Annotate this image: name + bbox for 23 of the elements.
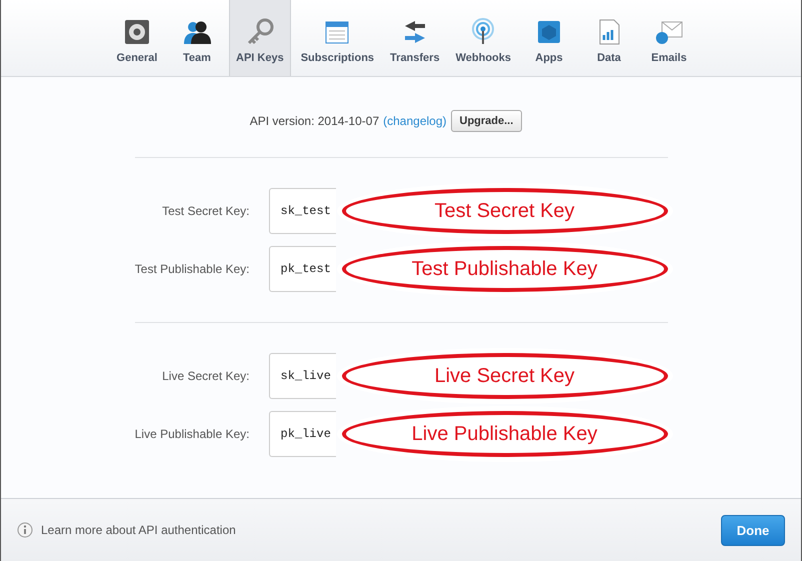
tab[interactable]: Data: [581, 0, 637, 76]
field-label: Live Secret Key:: [161, 369, 250, 383]
field-label: Test Publishable Key:: [134, 262, 250, 276]
upgrade-button[interactable]: Upgrade...: [450, 110, 522, 132]
key-field[interactable]: pk_live: [268, 411, 336, 457]
learn-more-link[interactable]: Learn more about API authentication: [41, 523, 236, 537]
key-field[interactable]: sk_live: [268, 353, 336, 399]
field-label: Live Publishable Key:: [134, 427, 250, 441]
tab[interactable]: Webhooks: [450, 0, 517, 76]
key-field[interactable]: sk_test: [268, 188, 336, 234]
info-icon: [17, 522, 33, 538]
key-field[interactable]: pk_test: [268, 246, 336, 292]
tab[interactable]: Transfers: [384, 0, 446, 76]
api-version-text: API version: 2014-10-07: [250, 114, 380, 128]
tab[interactable]: Subscriptions: [294, 0, 380, 76]
tab[interactable]: API Keys: [229, 0, 291, 76]
tab[interactable]: Emails: [641, 0, 697, 76]
tab[interactable]: Apps: [521, 0, 577, 76]
field-label: Test Secret Key:: [161, 204, 250, 218]
key-icon: [246, 18, 274, 46]
tab[interactable]: General: [109, 0, 165, 76]
changelog-link[interactable]: (changelog): [383, 114, 446, 128]
tab[interactable]: Team: [169, 0, 225, 76]
